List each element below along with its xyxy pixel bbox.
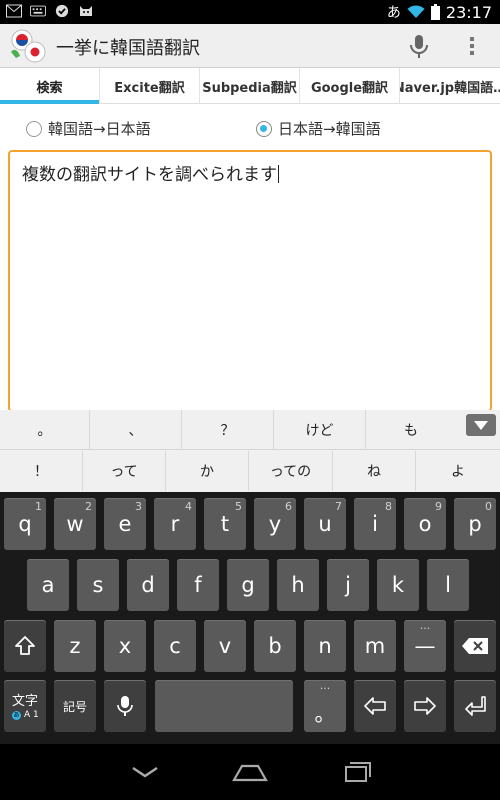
ime-indicator: あ	[386, 5, 401, 21]
arrow-right-icon	[414, 697, 436, 715]
enter-key[interactable]	[454, 680, 496, 732]
hiragana-indicator-icon: あ	[12, 710, 21, 720]
key-k[interactable]: k	[377, 559, 419, 611]
tab-excite[interactable]: Excite翻訳	[100, 68, 200, 104]
tab-google[interactable]: Google翻訳	[300, 68, 400, 104]
soft-keyboard: q1 w2 e3 r4 t5 y6 u7 i8 o9 p0 a s d f g …	[0, 492, 500, 744]
checkmark-icon	[55, 4, 69, 18]
suggestion-item[interactable]: 、	[90, 410, 182, 450]
app-flags-icon[interactable]	[8, 28, 48, 64]
collapse-suggestions-icon[interactable]	[466, 414, 496, 436]
key-b[interactable]: b	[254, 620, 296, 672]
key-x[interactable]: x	[104, 620, 146, 672]
space-key[interactable]	[155, 680, 293, 732]
radio-ko-to-ja[interactable]: 韓国語→日本語	[26, 118, 151, 139]
arrow-left-icon	[364, 697, 386, 715]
key-a[interactable]: a	[27, 559, 69, 611]
radio-circle[interactable]	[256, 120, 272, 137]
shift-icon	[15, 636, 35, 655]
wifi-icon	[407, 5, 425, 18]
input-mode-sub: A 1	[24, 710, 39, 720]
key-s[interactable]: s	[77, 559, 119, 611]
key-h[interactable]: h	[277, 559, 319, 611]
suggestion-item[interactable]: も	[366, 410, 456, 450]
backspace-icon	[462, 638, 488, 654]
key-l[interactable]: l	[427, 559, 469, 611]
key-j[interactable]: j	[327, 559, 369, 611]
cat-icon	[80, 6, 92, 16]
microphone-icon[interactable]	[405, 32, 433, 60]
radio-ja-to-ko[interactable]: 日本語→韓国語	[256, 118, 381, 139]
key-g[interactable]: g	[227, 559, 269, 611]
key-f[interactable]: f	[177, 559, 219, 611]
key-r[interactable]: r4	[154, 498, 196, 550]
key-m[interactable]: m	[354, 620, 396, 672]
key-n[interactable]: n	[304, 620, 346, 672]
key-w[interactable]: w2	[54, 498, 96, 550]
direction-radio-group: 韓国語→日本語 日本語→韓国語	[0, 118, 500, 144]
app-title: 一挙に韓国語翻訳	[56, 38, 200, 59]
enter-icon	[465, 696, 486, 716]
input-mode-key[interactable]: 文字 あ A 1	[4, 680, 46, 732]
suggestion-item[interactable]: よ	[416, 451, 500, 491]
radio-circle[interactable]	[26, 120, 42, 137]
suggestion-strip: 。 、 ？ けど も ！ って か っての ね よ	[0, 410, 500, 492]
key-y[interactable]: y6	[254, 498, 296, 550]
key-t[interactable]: t5	[204, 498, 246, 550]
key-p[interactable]: p0	[454, 498, 496, 550]
action-bar: 一挙に韓国語翻訳	[0, 24, 500, 68]
radio-label: 韓国語→日本語	[48, 120, 151, 138]
suggestion-item[interactable]: っての	[249, 451, 333, 491]
period-key[interactable]: 。 ···	[304, 680, 346, 732]
navigation-bar	[0, 744, 500, 800]
key-e[interactable]: e3	[104, 498, 146, 550]
key-o[interactable]: o9	[404, 498, 446, 550]
translation-input[interactable]: 複数の翻訳サイトを調べられます	[8, 150, 492, 412]
suggestion-item[interactable]: けど	[274, 410, 366, 450]
suggestion-item[interactable]: ？	[182, 410, 274, 450]
tab-subpedia[interactable]: Subpedia翻訳	[200, 68, 300, 104]
battery-icon	[430, 4, 440, 20]
tab-bar: 検索 Excite翻訳 Subpedia翻訳 Google翻訳 Naver.jp…	[0, 68, 500, 104]
backspace-key[interactable]	[454, 620, 496, 672]
suggestion-item[interactable]: って	[83, 451, 166, 491]
suggestion-item[interactable]: 。	[0, 410, 90, 450]
cursor-left-key[interactable]	[354, 680, 396, 732]
shift-key[interactable]	[4, 620, 46, 672]
keyboard-icon	[30, 5, 46, 17]
status-bar: あ 23:17	[0, 0, 500, 24]
key-u[interactable]: u7	[304, 498, 346, 550]
suggestion-item[interactable]: ね	[333, 451, 416, 491]
cursor-right-key[interactable]	[404, 680, 446, 732]
tab-search[interactable]: 検索	[0, 68, 100, 104]
symbols-key[interactable]: 記号	[54, 680, 96, 732]
recent-apps-icon[interactable]	[336, 760, 376, 784]
radio-label: 日本語→韓国語	[278, 120, 381, 138]
input-text: 複数の翻訳サイトを調べられます	[22, 165, 277, 185]
home-icon[interactable]	[230, 760, 270, 784]
text-cursor	[278, 165, 279, 183]
key-v[interactable]: v	[204, 620, 246, 672]
key-c[interactable]: c	[154, 620, 196, 672]
key-d[interactable]: d	[127, 559, 169, 611]
back-down-icon[interactable]	[125, 760, 165, 784]
suggestion-row: ！ って か っての ね よ	[0, 451, 500, 491]
suggestion-item[interactable]: か	[166, 451, 249, 491]
microphone-icon	[117, 696, 133, 716]
key-q[interactable]: q1	[4, 498, 46, 550]
tab-naver[interactable]: Naver.jp韓国語…	[400, 68, 500, 104]
suggestion-item[interactable]: ！	[0, 451, 83, 491]
input-mode-label: 文字	[11, 694, 38, 709]
clock: 23:17	[445, 2, 492, 22]
suggestion-row: 。 、 ？ けど も	[0, 410, 500, 450]
dash-key[interactable]: — ···	[404, 620, 446, 672]
gmail-icon	[6, 4, 22, 18]
key-i[interactable]: i8	[354, 498, 396, 550]
voice-input-key[interactable]	[104, 680, 146, 732]
key-z[interactable]: z	[54, 620, 96, 672]
overflow-menu-icon[interactable]	[462, 32, 482, 60]
